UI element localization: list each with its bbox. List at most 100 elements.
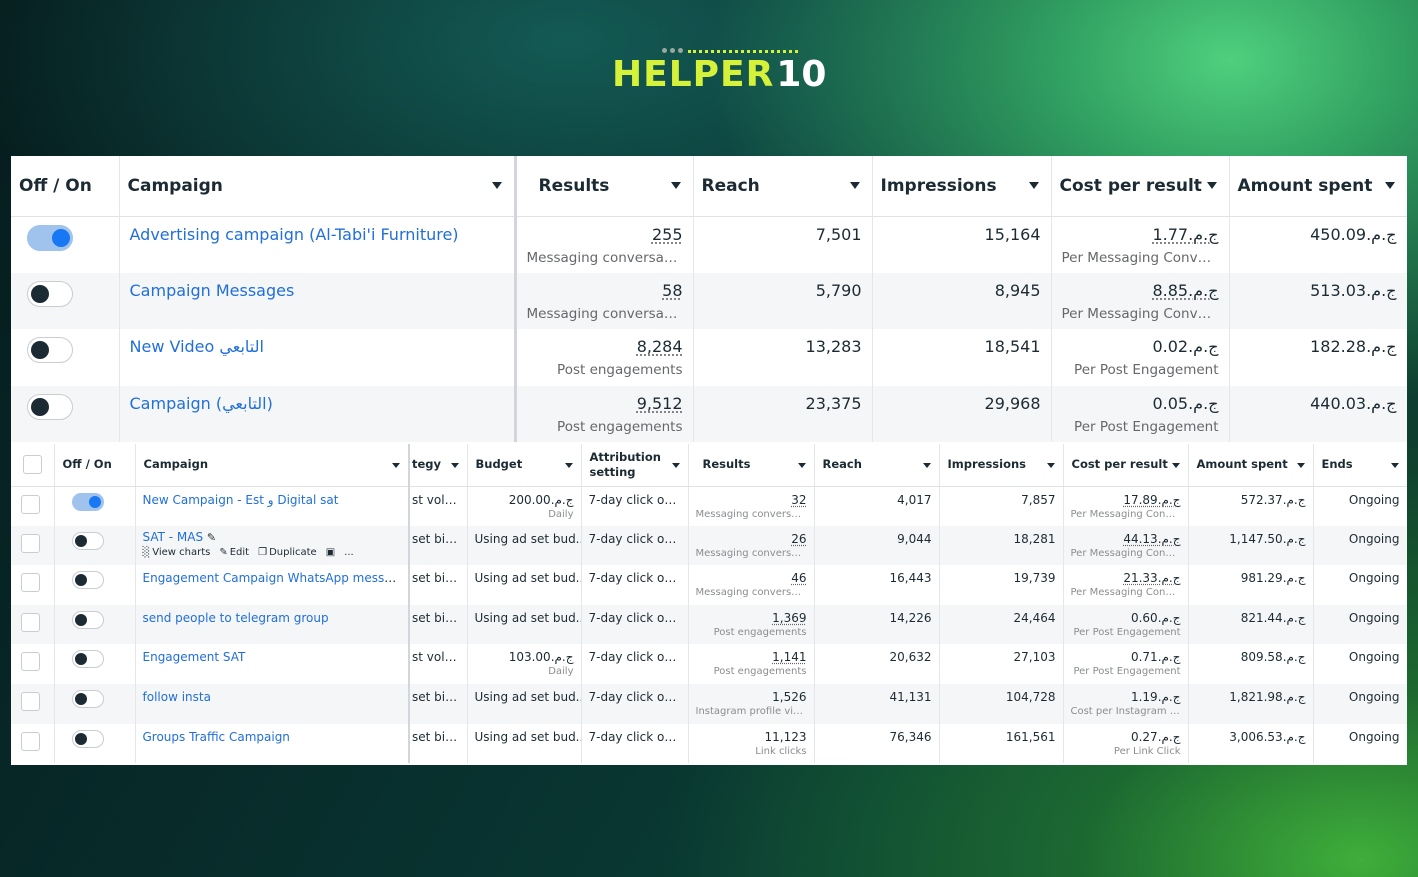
campaign-name-link[interactable]: New Campaign - Est و Digital sat — [143, 493, 339, 507]
col-header-reach[interactable]: Reach — [693, 156, 873, 217]
budget-value[interactable]: ج.م.200.00 — [475, 493, 574, 507]
row-checkbox[interactable] — [21, 612, 40, 632]
col-header-reach[interactable]: Reach — [814, 444, 940, 487]
preview-icon[interactable]: ▣ — [326, 547, 335, 558]
campaign-name-link[interactable]: SAT - MAS — [143, 530, 204, 544]
caret-down-icon[interactable] — [1028, 182, 1039, 189]
campaign-toggle[interactable] — [71, 571, 104, 590]
results-value[interactable]: 46 — [696, 571, 806, 585]
pencil-icon[interactable]: ✎ — [207, 531, 216, 544]
campaign-toggle[interactable] — [71, 610, 104, 629]
cost-per-result-value[interactable]: ج.م.44.13 — [1071, 532, 1180, 546]
campaign-toggle[interactable] — [71, 689, 104, 708]
caret-down-icon[interactable] — [1390, 463, 1399, 468]
campaign-toggle[interactable] — [71, 492, 104, 511]
results-value[interactable]: 32 — [696, 493, 806, 507]
caret-down-icon[interactable] — [849, 182, 860, 189]
row-checkbox[interactable] — [21, 731, 40, 751]
campaign-name-link[interactable]: Campaign (التابعي) — [130, 394, 273, 413]
results-value[interactable]: 1,141 — [696, 650, 806, 664]
budget-value[interactable]: Using ad set bud... — [475, 690, 581, 704]
caret-down-icon[interactable] — [392, 463, 400, 468]
cost-per-result-value[interactable]: ج.م.1.77 — [1062, 225, 1218, 244]
col-header-attribution[interactable]: Attribution setting — [581, 444, 689, 487]
results-value[interactable]: 9,512 — [527, 394, 683, 413]
caret-down-icon[interactable] — [1206, 182, 1217, 189]
results-value[interactable]: 26 — [696, 532, 806, 546]
budget-value[interactable]: Using ad set bud... — [475, 532, 581, 546]
campaign-toggle[interactable] — [71, 729, 104, 748]
caret-down-icon[interactable] — [797, 463, 806, 468]
results-value[interactable]: 1,369 — [696, 611, 806, 625]
campaign-name-link[interactable]: Engagement Campaign WhatsApp message eg.… — [143, 571, 408, 585]
results-value[interactable]: 58 — [527, 281, 682, 300]
campaign-name-link[interactable]: Engagement SAT — [143, 650, 246, 664]
cost-per-result-value[interactable]: ج.م.8.85 — [1062, 281, 1218, 300]
col-header-ends[interactable]: Ends — [1313, 444, 1407, 487]
table-row[interactable]: send people to telegram group set bid ..… — [11, 604, 1407, 645]
table-row[interactable]: New Campaign - Est و Digital sat st volu… — [11, 486, 1407, 526]
col-header-results[interactable]: Results — [515, 156, 694, 217]
budget-value[interactable]: ج.م.103.00 — [475, 650, 574, 664]
caret-down-icon[interactable] — [450, 463, 459, 468]
caret-down-icon[interactable] — [491, 182, 502, 189]
campaign-toggle[interactable] — [27, 280, 73, 307]
caret-down-icon[interactable] — [1384, 182, 1395, 189]
campaign-name-link[interactable]: Campaign Messages — [130, 281, 295, 300]
caret-down-icon[interactable] — [671, 463, 680, 468]
col-header-bid-strategy[interactable]: tegy — [409, 444, 468, 487]
select-all-checkbox[interactable] — [23, 455, 42, 475]
view-charts-action[interactable]: ░ View charts — [143, 547, 211, 558]
col-header-campaign[interactable]: Campaign — [135, 444, 410, 487]
duplicate-action[interactable]: ❐ Duplicate — [258, 547, 317, 558]
campaign-name-link[interactable]: Groups Traffic Campaign — [143, 730, 290, 744]
budget-value[interactable]: Using ad set bud... — [475, 571, 581, 585]
cost-per-result-value[interactable]: ج.م.17.89 — [1071, 493, 1180, 507]
caret-down-icon[interactable] — [922, 463, 931, 468]
table-row[interactable]: Advertising campaign (Al-Tabi'i Furnitur… — [11, 216, 1407, 273]
col-header-cost-per-result[interactable]: Cost per result — [1051, 156, 1230, 217]
col-header-budget[interactable]: Budget — [467, 444, 582, 487]
col-header-amount-spent[interactable]: Amount spent — [1229, 156, 1407, 217]
caret-down-icon[interactable] — [1296, 463, 1305, 468]
caret-down-icon[interactable] — [670, 182, 681, 189]
row-checkbox[interactable] — [21, 573, 40, 593]
table-row[interactable]: Campaign Messages 58 Messaging conversati… — [11, 272, 1407, 329]
campaign-toggle[interactable] — [27, 224, 73, 251]
row-checkbox[interactable] — [21, 691, 40, 711]
table-row[interactable]: Groups Traffic Campaign set bid ... Usin… — [11, 723, 1407, 764]
col-header-impressions[interactable]: Impressions — [872, 156, 1052, 217]
col-header-results[interactable]: Results — [688, 444, 815, 487]
results-value[interactable]: 8,284 — [527, 337, 683, 356]
table-row[interactable]: follow insta set bid ... Using ad set bu… — [11, 683, 1407, 724]
col-header-campaign[interactable]: Campaign — [119, 156, 517, 217]
row-checkbox[interactable] — [21, 652, 40, 672]
table-row[interactable]: Engagement Campaign WhatsApp message eg.… — [11, 565, 1407, 605]
caret-down-icon[interactable] — [1171, 463, 1180, 468]
row-checkbox[interactable] — [21, 533, 40, 553]
budget-value[interactable]: Using ad set bud... — [475, 730, 581, 744]
table-row[interactable]: SAT - MAS ✎ ░ View charts ✎ Edit ❐ Duplicat… — [11, 525, 1407, 566]
campaign-toggle[interactable] — [71, 531, 104, 550]
table-row[interactable]: Engagement SAT st volume ج.م.103.00 Daily… — [11, 644, 1407, 684]
results-value[interactable]: 255 — [527, 225, 683, 244]
table-row[interactable]: New Video التابعي 8,284 Post engagements … — [11, 329, 1407, 386]
caret-down-icon[interactable] — [564, 463, 573, 468]
campaign-toggle[interactable] — [27, 337, 73, 363]
budget-value[interactable]: Using ad set bud... — [475, 611, 581, 625]
campaign-name-link[interactable]: send people to telegram group — [143, 611, 329, 625]
campaign-name-link[interactable]: New Video التابعي — [130, 337, 264, 356]
col-header-impressions[interactable]: Impressions — [939, 444, 1064, 487]
more-options-button[interactable]: ... — [344, 547, 354, 558]
col-header-amount-spent[interactable]: Amount spent — [1188, 444, 1314, 487]
row-checkbox[interactable] — [21, 494, 40, 514]
campaign-name-link[interactable]: follow insta — [143, 690, 211, 704]
edit-action[interactable]: ✎ Edit — [219, 547, 249, 558]
col-header-cost-per-result[interactable]: Cost per result — [1063, 444, 1189, 487]
table-row[interactable]: Campaign (التابعي) 9,512 Post engagements… — [11, 385, 1407, 442]
campaign-name-link[interactable]: Advertising campaign (Al-Tabi'i Furnitur… — [130, 225, 459, 244]
campaign-toggle[interactable] — [27, 393, 73, 420]
campaign-toggle[interactable] — [71, 650, 104, 669]
caret-down-icon[interactable] — [1046, 463, 1055, 468]
cost-per-result-value[interactable]: ج.م.21.33 — [1071, 571, 1180, 585]
